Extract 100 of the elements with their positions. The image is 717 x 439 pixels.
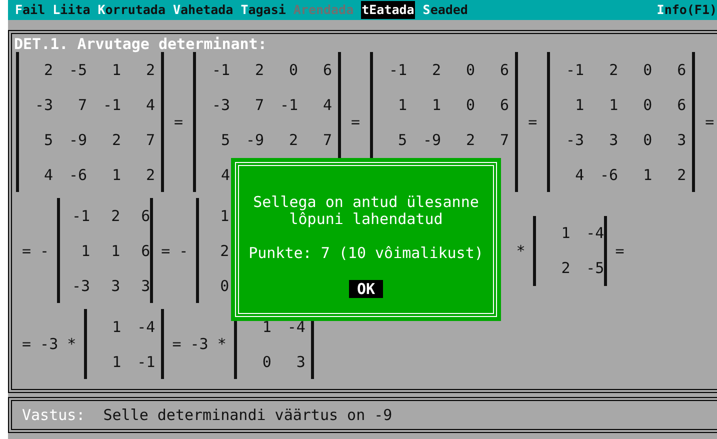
matrix-entry: 0	[643, 60, 652, 78]
matrix-entry: 6	[500, 60, 510, 78]
matrix-entry: 3	[141, 276, 150, 294]
matrix-entry: -5	[68, 60, 87, 78]
matrix-entry: 6	[323, 60, 332, 78]
menu-item[interactable]: tEatada	[360, 1, 416, 19]
matrix-entry: 2	[111, 206, 120, 224]
operator: =	[173, 113, 184, 131]
matrix-entry: 1	[112, 318, 122, 336]
operator: = -	[160, 242, 190, 260]
dialog-message: Sellega on antud ülesanne	[253, 194, 479, 211]
matrix-entry: -1	[137, 352, 156, 370]
matrix-entry: 1	[262, 318, 272, 336]
matrix-entry: 6	[677, 60, 686, 78]
menu-item[interactable]: Fail	[8, 1, 46, 19]
matrix-entry: 6	[141, 242, 150, 260]
matrix-entry: 1	[609, 96, 618, 114]
task-title: DET.1. Arvutage determinant:	[14, 36, 268, 52]
matrix-entry: 2	[44, 60, 53, 78]
menu-item[interactable]: Vahetada	[166, 1, 234, 19]
matrix-entry: 0	[262, 352, 272, 370]
menu-item[interactable]: Seaded	[415, 1, 468, 19]
matrix-entry: 7	[78, 96, 87, 114]
operator: = -	[21, 242, 50, 260]
matrix-entry: 7	[255, 96, 264, 114]
matrix-entry: 2	[220, 242, 230, 260]
matrix-entry: 1	[575, 96, 584, 114]
matrix-entry: 1	[643, 166, 652, 184]
matrix-entry: 5	[44, 130, 53, 148]
matrix-entry: 6	[500, 96, 510, 114]
dialog-message: lôpuni lahendatud	[289, 211, 444, 228]
matrix-entry: 5	[398, 130, 408, 148]
matrix-entry: 3	[609, 130, 618, 148]
matrix-entry: 3	[296, 352, 306, 370]
ok-button[interactable]: OK	[348, 280, 384, 298]
matrix-entry: 4	[44, 166, 53, 184]
matrix-entry: -9	[423, 130, 442, 148]
matrix-entry: 1	[81, 242, 90, 260]
matrix-entry: 0	[643, 130, 652, 148]
menu-item[interactable]: Korrutada	[90, 1, 166, 19]
matrix-entry: 6	[677, 96, 686, 114]
matrix-entry: 4	[146, 96, 155, 114]
matrix-entry: 1	[112, 60, 121, 78]
score-text: Punkte: 7 (10 vôimalikust)	[248, 244, 484, 262]
matrix-entry: 2	[466, 130, 476, 148]
matrix-entry: -4	[586, 224, 604, 242]
matrix-entry: -3	[34, 96, 53, 114]
matrix-entry: 2	[255, 60, 264, 78]
operator: = -3 *	[21, 335, 78, 353]
matrix-entry: 1	[398, 96, 408, 114]
matrix-entry: -1	[280, 96, 298, 114]
matrix-entry: 0	[466, 60, 476, 78]
operator: =	[527, 113, 538, 131]
matrix-entry: 4	[575, 166, 584, 184]
matrix-entry: -1	[72, 206, 90, 224]
operator: = -3 *	[171, 335, 228, 353]
matrix-entry: 6	[141, 206, 150, 224]
matrix-entry: 0	[220, 276, 230, 294]
matrix-entry: 0	[466, 96, 476, 114]
matrix-entry: -3	[212, 96, 230, 114]
matrix-entry: -1	[212, 60, 230, 78]
matrix-entry: 7	[323, 130, 332, 148]
matrix-entry: 5	[221, 130, 230, 148]
matrix-entry: 1	[112, 352, 122, 370]
matrix-entry: 7	[146, 130, 155, 148]
answer-text: Selle determinandi väärtus on -9	[103, 406, 392, 424]
menu-item[interactable]: Liita	[45, 1, 90, 19]
matrix-entry: 4	[323, 96, 332, 114]
matrix-entry: 2	[609, 60, 618, 78]
matrix-entry: -5	[586, 259, 604, 277]
matrix-entry: 1	[111, 242, 120, 260]
operator: =	[350, 113, 362, 131]
matrix-entry: -1	[102, 96, 121, 114]
matrix-entry: -1	[566, 60, 584, 78]
matrix-entry: -3	[72, 276, 90, 294]
matrix-entry: 1	[432, 96, 442, 114]
matrix-entry: -1	[389, 60, 408, 78]
matrix-entry: 2	[146, 60, 155, 78]
matrix-entry: -3	[566, 130, 584, 148]
help-menu-item[interactable]: Info(F1)	[649, 1, 717, 19]
matrix-entry: -9	[246, 130, 264, 148]
matrix-entry: 0	[643, 96, 652, 114]
matrix-entry: 2	[677, 166, 686, 184]
menu-item[interactable]: Tagasi	[233, 1, 286, 19]
operator: =	[614, 242, 626, 260]
matrix-entry: 7	[500, 130, 510, 148]
matrix-entry: -9	[68, 130, 87, 148]
operator: =	[704, 113, 716, 131]
matrix-entry: -4	[137, 318, 156, 336]
matrix-entry: 0	[289, 60, 298, 78]
matrix-entry: 1	[112, 166, 121, 184]
matrix-entry: 2	[112, 130, 121, 148]
matrix-entry: 1	[561, 224, 570, 242]
matrix-entry: 3	[677, 130, 686, 148]
answer-label: Vastus:	[22, 406, 86, 424]
matrix-entry: 3	[111, 276, 120, 294]
matrix-entry: 2	[432, 60, 442, 78]
matrix-entry: 2	[561, 259, 570, 277]
matrix-entry: -6	[600, 166, 618, 184]
matrix-entry: 1	[220, 206, 230, 224]
